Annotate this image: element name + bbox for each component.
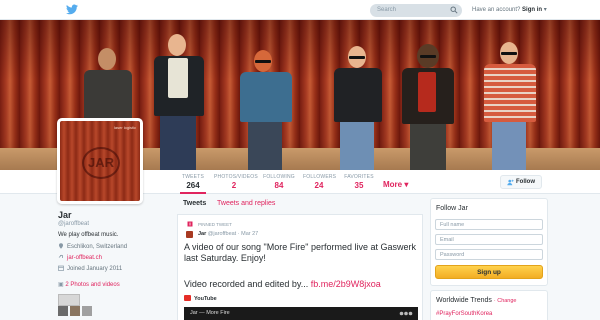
stat-favorites[interactable]: FAVORITES 35 — [343, 174, 375, 190]
full-name-field[interactable]: Full name — [435, 219, 543, 230]
youtube-icon — [184, 295, 191, 301]
photo-thumbnails — [58, 294, 102, 318]
band-member-4 — [330, 46, 388, 170]
trends-title: Worldwide Trends · Change — [436, 297, 517, 304]
follow-box: Follow Jar Full name Email Password Sign… — [430, 198, 548, 286]
camera-icon: ▣ — [58, 282, 64, 288]
signin-prompt[interactable]: Have an account? Sign in ▾ — [472, 6, 547, 13]
tweet-header: Jar @jaroffbeat · Mar 27 — [198, 231, 258, 237]
profile-location: Eschlikon, Switzerland — [58, 243, 127, 250]
account-prompt: Have an account? — [472, 7, 521, 13]
profile-bio: We play offbeat music. — [58, 232, 119, 238]
top-bar: Search Have an account? Sign in ▾ — [0, 0, 600, 20]
band-member-3 — [236, 50, 298, 170]
follow-box-title: Follow Jar — [436, 205, 468, 212]
signup-button[interactable]: Sign up — [435, 265, 543, 279]
search-placeholder: Search — [377, 7, 397, 13]
pin-icon — [187, 221, 193, 227]
profile-website[interactable]: jar-offbeat.ch — [58, 254, 102, 261]
search-icon[interactable] — [450, 6, 458, 14]
avatar[interactable]: laser logistic JAR — [57, 118, 143, 204]
password-field[interactable]: Password — [435, 249, 543, 260]
photo-thumb[interactable] — [82, 306, 92, 316]
tab-tweets[interactable]: Tweets — [183, 200, 206, 207]
link-icon — [58, 254, 63, 258]
timeline-tabs: Tweets Tweets and replies — [177, 196, 423, 212]
tweet-text: A video of our song "More Fire" performe… — [184, 242, 416, 263]
photo-thumb[interactable] — [58, 294, 80, 306]
search-input[interactable]: Search — [370, 4, 462, 17]
add-user-icon — [507, 179, 514, 186]
trends-box: Worldwide Trends · Change #PrayForSouthK… — [430, 290, 548, 320]
twitter-bird-icon[interactable] — [66, 4, 78, 15]
profile-joined: Joined January 2011 — [58, 265, 122, 272]
trend-item[interactable]: #PrayForSouthKorea — [436, 311, 492, 317]
avatar-logo: JAR — [82, 147, 120, 179]
band-member-5 — [400, 44, 458, 170]
signin-link[interactable]: Sign in — [522, 7, 542, 13]
tweet-date[interactable]: · Mar 27 — [238, 231, 258, 237]
location-pin-icon — [59, 243, 63, 249]
photo-thumb[interactable] — [58, 306, 68, 316]
follow-button[interactable]: Follow — [500, 175, 542, 189]
media-source[interactable]: YouTube — [184, 295, 217, 302]
calendar-icon — [58, 265, 64, 271]
stat-followers[interactable]: FOLLOWERS 24 — [303, 174, 336, 190]
avatar-corner-text: laser logistic — [113, 125, 136, 130]
photos-videos-link[interactable]: ▣ 2 Photos and videos — [58, 281, 120, 288]
tweet-avatar[interactable] — [186, 231, 193, 238]
video-title: Jar — More Fire — [190, 310, 230, 316]
pinned-tweet[interactable]: PINNED TWEET Jar @jaroffbeat · Mar 27 A … — [177, 214, 423, 320]
stat-photos-videos[interactable]: PHOTOS/VIDEOS 2 — [214, 174, 258, 190]
tweet-author[interactable]: Jar — [198, 231, 206, 237]
follow-label: Follow — [516, 179, 535, 185]
email-field[interactable]: Email — [435, 234, 543, 245]
chevron-down-icon: ▾ — [404, 180, 409, 189]
photo-thumb[interactable] — [70, 306, 80, 316]
profile-name[interactable]: Jar — [58, 210, 72, 220]
more-label: More — [383, 180, 403, 189]
profile-handle: @jaroffbeat — [58, 221, 89, 227]
tweet-text-continued: Video recorded and edited by... fb.me/2b… — [184, 279, 381, 289]
tab-tweets-and-replies[interactable]: Tweets and replies — [217, 200, 275, 207]
band-member-6 — [480, 42, 542, 170]
stat-tweets[interactable]: TWEETS 264 — [180, 174, 206, 194]
tweet-link[interactable]: fb.me/2b9W8jxoa — [311, 279, 381, 289]
stat-following[interactable]: FOLLOWING 84 — [263, 174, 295, 190]
tweet-handle: @jaroffbeat — [207, 231, 237, 237]
trends-change-link[interactable]: · Change — [494, 298, 517, 304]
band-member-2 — [148, 34, 212, 170]
video-player[interactable]: Jar — More Fire — [184, 307, 418, 320]
more-menu[interactable]: More ▾ — [383, 180, 408, 189]
pinned-label: PINNED TWEET — [198, 222, 232, 227]
video-controls-icon[interactable] — [399, 311, 413, 316]
